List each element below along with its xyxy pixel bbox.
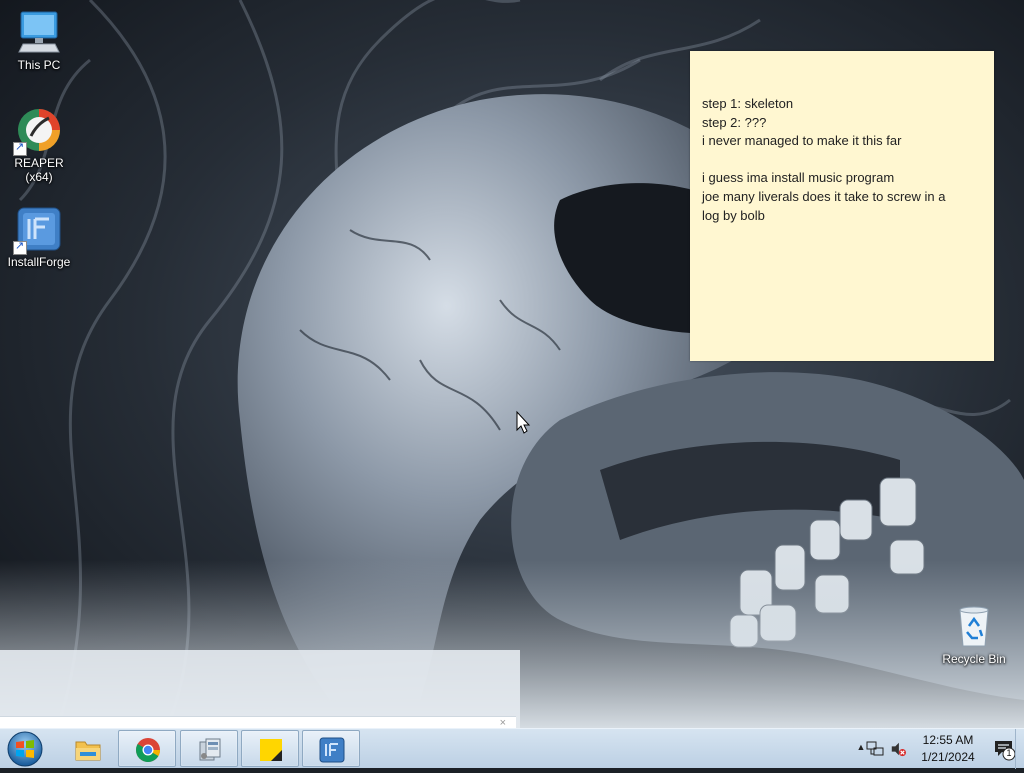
sticky-note-line[interactable]: step 1: skeleton	[702, 95, 982, 114]
volume-muted-icon[interactable]	[890, 740, 906, 758]
sticky-note-line[interactable]: step 2: ???	[702, 114, 982, 133]
recycle-bin-icon	[950, 602, 998, 650]
taskbar-button-file-explorer[interactable]	[58, 730, 116, 767]
show-desktop-button[interactable]	[1015, 729, 1024, 769]
system-tray: ▲ 12:55 AM 1/21/2024 1	[824, 729, 1024, 769]
windows-logo-icon	[7, 731, 43, 767]
shortcut-arrow-icon	[13, 140, 27, 156]
sticky-notes-icon	[260, 739, 282, 761]
action-center-button[interactable]: 1	[992, 737, 1016, 761]
sticky-note-line[interactable]: i guess ima install music program	[702, 169, 982, 188]
network-icon[interactable]	[866, 740, 884, 758]
desktop-icon-label: InstallForge	[7, 255, 71, 269]
installforge-icon	[13, 205, 63, 255]
taskbar: ▲ 12:55 AM 1/21/2024 1	[0, 728, 1024, 769]
desktop-icon-label: Recycle Bin	[942, 652, 1006, 666]
clock-date: 1/21/2024	[921, 750, 975, 764]
desktop-icon-label: This PC	[17, 58, 61, 72]
taskbar-clock[interactable]: 12:55 AM 1/21/2024	[910, 732, 986, 766]
reaper-icon	[13, 106, 63, 156]
taskbar-button-system-config[interactable]	[180, 730, 238, 767]
sticky-note-line[interactable]: i never managed to make it this far	[702, 132, 982, 151]
chrome-icon	[136, 738, 160, 763]
desktop-icon-label: REAPER (x64)	[14, 156, 64, 184]
folder-icon	[75, 741, 101, 761]
installforge-icon	[319, 737, 345, 763]
start-button[interactable]	[5, 730, 45, 768]
taskbar-button-google-chrome[interactable]	[118, 730, 176, 767]
taskbar-button-installforge[interactable]	[302, 730, 360, 767]
desktop-icon-this-pc[interactable]: This PC	[1, 8, 77, 72]
sticky-note-line[interactable]	[702, 151, 982, 170]
sticky-note[interactable]: step 1: skeleton step 2: ??? i never man…	[690, 51, 994, 361]
sticky-note-line[interactable]: joe many liverals does it take to screw …	[702, 188, 982, 207]
desktop-icon-reaper[interactable]: REAPER (x64)	[1, 106, 77, 184]
clock-time: 12:55 AM	[922, 733, 974, 747]
shortcut-arrow-icon	[13, 239, 27, 255]
sticky-note-line[interactable]: log by bolb	[702, 207, 982, 226]
control-panel-icon	[199, 738, 221, 761]
notification-count-badge: 1	[1006, 748, 1012, 758]
taskbar-button-sticky-notes[interactable]	[241, 730, 299, 767]
desktop-icon-installforge[interactable]: InstallForge	[1, 205, 77, 269]
computer-icon	[15, 8, 63, 56]
desktop-icon-recycle-bin[interactable]: Recycle Bin	[936, 602, 1012, 666]
